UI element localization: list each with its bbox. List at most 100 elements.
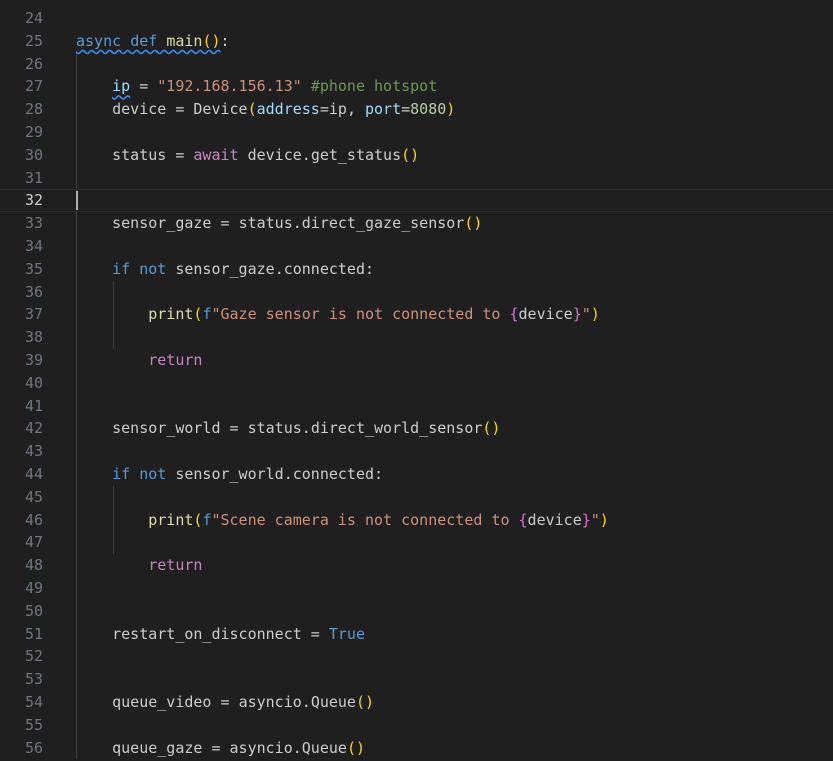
code-token: (): [482, 419, 501, 438]
code-line[interactable]: 39 return: [0, 349, 833, 372]
code-text: ip = "192.168.156.13" #phone hotspot: [76, 75, 437, 98]
code-line[interactable]: 46 print(f"Scene camera is not connected…: [0, 509, 833, 532]
code-token: .: [301, 419, 311, 438]
code-line[interactable]: 28 device = Device(address=ip, port=8080…: [0, 98, 833, 121]
code-token: if: [112, 259, 131, 278]
code-line[interactable]: 41: [0, 395, 833, 418]
code-line[interactable]: 34: [0, 235, 833, 258]
code-token: (): [346, 738, 365, 757]
code-token: direct_gaze_sensor: [301, 214, 465, 233]
line-number: 25: [24, 31, 43, 50]
code-token: direct_world_sensor: [310, 419, 483, 438]
code-token: {: [518, 510, 528, 529]
code-token: }: [581, 510, 591, 529]
code-token: Queue: [310, 693, 356, 711]
code-token: }: [572, 305, 582, 324]
line-number: 33: [24, 214, 43, 233]
code-token: await: [193, 145, 239, 164]
code-line[interactable]: 47: [0, 531, 833, 554]
line-number: 48: [24, 556, 43, 575]
code-text: restart_on_disconnect = True: [76, 623, 365, 646]
code-line[interactable]: 33 sensor_gaze = status.direct_gaze_sens…: [0, 212, 833, 235]
line-number: 47: [24, 533, 43, 552]
code-line[interactable]: 38: [0, 326, 833, 349]
code-line[interactable]: 43: [0, 440, 833, 463]
code-line[interactable]: 27 ip = "192.168.156.13" #phone hotspot: [0, 75, 833, 98]
text-cursor: [76, 191, 78, 211]
line-number: 40: [24, 373, 43, 392]
code-token: asyncio: [238, 693, 302, 711]
code-token: if: [112, 465, 131, 483]
code-text: status = await device.get_status(): [76, 144, 419, 167]
code-line[interactable]: 52: [0, 645, 833, 668]
code-text: print(f"Scene camera is not connected to…: [76, 509, 609, 532]
code-token: device: [518, 305, 573, 324]
code-line[interactable]: 31: [0, 167, 833, 190]
code-token: queue_gaze: [112, 738, 203, 757]
code-token: sensor_gaze: [175, 259, 275, 278]
code-token: return: [148, 556, 203, 575]
code-token: port: [365, 100, 402, 119]
code-line[interactable]: 25 async def main():: [0, 30, 833, 53]
code-line[interactable]: 24: [0, 7, 833, 30]
line-number: 32: [24, 191, 43, 210]
line-number: 38: [24, 328, 43, 347]
code-line[interactable]: 26: [0, 53, 833, 76]
code-line[interactable]: 51 restart_on_disconnect = True: [0, 623, 833, 646]
code-line[interactable]: 55: [0, 714, 833, 737]
code-line[interactable]: 48 return: [0, 554, 833, 577]
code-line[interactable]: 49: [0, 577, 833, 600]
line-number: 39: [24, 351, 43, 369]
code-line[interactable]: 36: [0, 281, 833, 304]
code-token: =: [220, 419, 248, 438]
code-token: =: [211, 693, 239, 711]
code-token: (): [401, 145, 420, 164]
code-line[interactable]: 44 if not sensor_world.connected:: [0, 463, 833, 486]
code-token: =: [301, 624, 329, 643]
code-line[interactable]: 29: [0, 121, 833, 144]
code-line[interactable]: 54 queue_video = asyncio.Queue(): [0, 691, 833, 714]
code-line[interactable]: 53: [0, 668, 833, 691]
code-line[interactable]: 40: [0, 372, 833, 395]
code-line[interactable]: 35 if not sensor_gaze.connected:: [0, 258, 833, 281]
code-token: (): [202, 31, 221, 50]
code-token: =: [319, 100, 329, 119]
code-editor[interactable]: 24 25 async def main(): 26 27 ip = "192.168.…: [0, 0, 833, 761]
line-number: 41: [24, 396, 43, 415]
code-token: =: [401, 100, 411, 119]
code-line[interactable]: 50: [0, 600, 833, 623]
code-line[interactable]: 45: [0, 486, 833, 509]
code-line[interactable]: 32: [0, 189, 833, 213]
code-text: device = Device(address=ip, port=8080): [76, 98, 455, 121]
code-line[interactable]: 56 queue_gaze = asyncio.Queue(): [0, 737, 833, 760]
code-token: ,: [346, 100, 365, 119]
code-text: sensor_world = status.direct_world_senso…: [76, 417, 500, 440]
line-number: 55: [24, 715, 43, 734]
code-token: sensor_world: [112, 419, 221, 438]
code-token: ": [581, 305, 591, 324]
code-token: print: [148, 510, 194, 529]
code-token: not: [139, 259, 167, 278]
code-line[interactable]: 37 print(f"Gaze sensor is not connected …: [0, 303, 833, 326]
code-token: status: [112, 145, 167, 164]
code-token: device: [112, 100, 167, 119]
code-token: =: [166, 100, 194, 119]
code-token: #phone hotspot: [310, 77, 438, 96]
line-number: 45: [24, 487, 43, 506]
code-token: .: [292, 738, 302, 757]
code-token: .: [301, 693, 311, 711]
code-token: .: [274, 259, 284, 278]
code-line[interactable]: 30 status = await device.get_status(): [0, 144, 833, 167]
code-line[interactable]: 42 sensor_world = status.direct_world_se…: [0, 417, 833, 440]
line-number: 37: [24, 305, 43, 324]
